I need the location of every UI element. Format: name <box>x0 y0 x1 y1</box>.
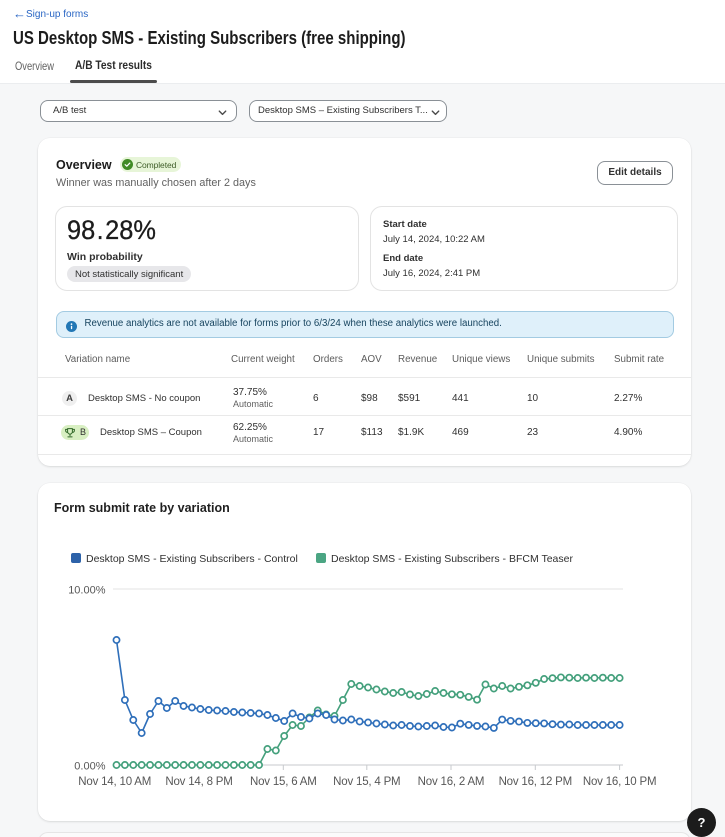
svg-text:10.00%: 10.00% <box>68 585 106 597</box>
svg-text:0.00%: 0.00% <box>74 761 105 773</box>
svg-text:Nov 14, 10 AM: Nov 14, 10 AM <box>78 776 151 788</box>
svg-text:Nov 15, 6 AM: Nov 15, 6 AM <box>250 776 317 788</box>
svg-text:Nov 15, 4 PM: Nov 15, 4 PM <box>333 776 400 788</box>
svg-text:Nov 16, 12 PM: Nov 16, 12 PM <box>499 776 572 788</box>
svg-text:Nov 16, 10 PM: Nov 16, 10 PM <box>583 776 656 788</box>
svg-text:Nov 16, 2 AM: Nov 16, 2 AM <box>418 776 485 788</box>
svg-text:Nov 14, 8 PM: Nov 14, 8 PM <box>165 776 232 788</box>
